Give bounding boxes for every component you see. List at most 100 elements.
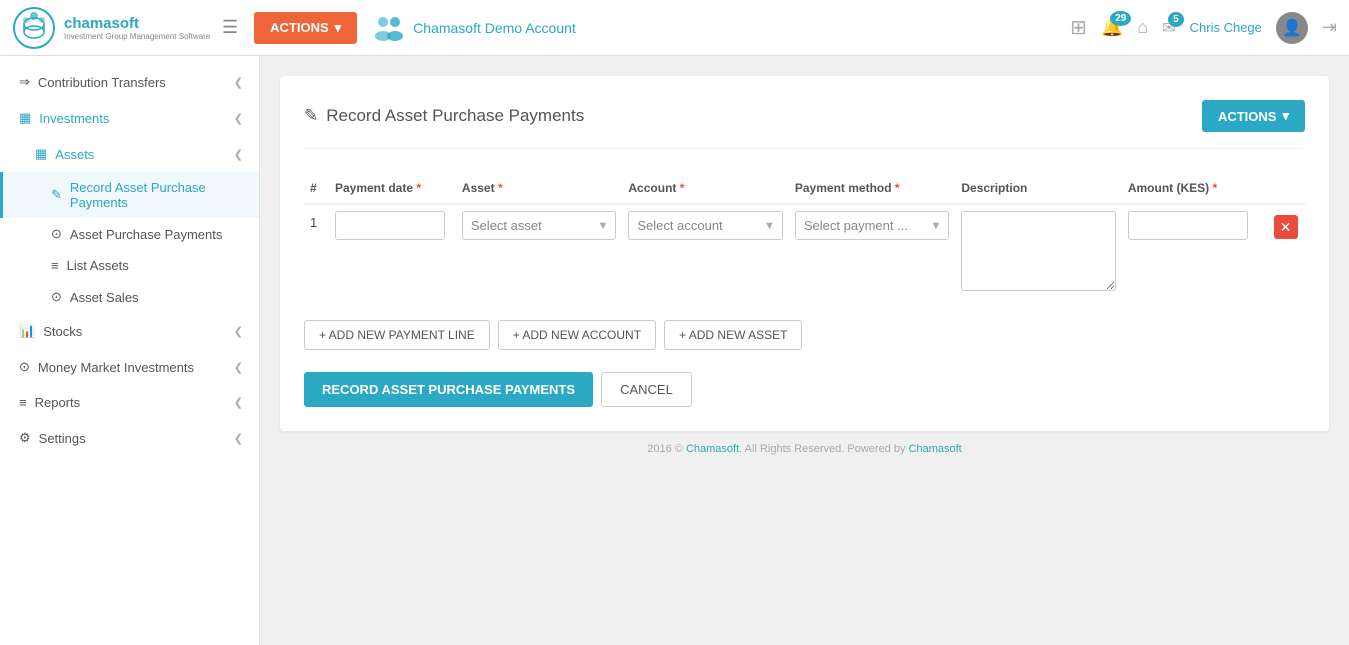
reports-icon: ≡ [19,395,27,410]
add-buttons-row: + ADD NEW PAYMENT LINE + ADD NEW ACCOUNT… [304,320,1305,350]
edit-icon: ✎ [51,187,62,203]
sidebar: ⇒ Contribution Transfers ❮ ▦ Investments… [0,56,260,645]
required-marker: * [498,181,503,195]
top-navigation: chamasoft Investment Group Management So… [0,0,1349,56]
col-asset: Asset * [456,173,622,204]
sidebar-label-reports: Reports [35,395,81,410]
required-marker: * [680,181,685,195]
sidebar-item-money-market[interactable]: ⊙ Money Market Investments ❮ [0,349,259,385]
main-content: ✎ Record Asset Purchase Payments ACTIONS… [260,56,1349,645]
required-marker: * [895,181,900,195]
chevron-icon: ❮ [234,432,243,445]
cell-description [955,204,1121,300]
description-textarea[interactable] [961,211,1115,291]
logo-text: chamasoft Investment Group Management So… [64,15,210,41]
chevron-icon: ❮ [234,76,243,89]
col-account: Account * [622,173,788,204]
sidebar-item-stocks[interactable]: 📊 Stocks ❮ [0,313,259,349]
asset-select-wrapper: Select asset ▼ [462,211,616,240]
chevron-icon: ❮ [234,396,243,409]
sidebar-item-asset-purchase-payments[interactable]: ⊙ Asset Purchase Payments [0,218,259,250]
account-select-wrapper: Select account ▼ [628,211,782,240]
grid-icon[interactable]: ⊞ [1070,15,1087,40]
notification-icon[interactable]: 🔔 29 [1101,17,1123,38]
chevron-icon: ❮ [234,361,243,374]
asset-select[interactable]: Select asset [462,211,616,240]
settings-icon: ⚙ [19,430,31,446]
avatar-icon: 👤 [1282,18,1302,38]
table-row: 1 Select asset ▼ [304,204,1305,300]
add-payment-line-button[interactable]: + ADD NEW PAYMENT LINE [304,320,490,350]
org-name: Chamasoft Demo Account [413,20,576,36]
col-payment-method: Payment method * [789,173,955,204]
cell-payment-method: Select payment ... ▼ [789,204,955,300]
sidebar-item-settings[interactable]: ⚙ Settings ❮ [0,420,259,456]
sidebar-label-contribution-transfers: Contribution Transfers [38,75,166,90]
footer: 2016 © Chamasoft. All Rights Reserved. P… [280,431,1329,467]
sidebar-label-stocks: Stocks [43,324,82,339]
required-marker: * [1213,181,1218,195]
sidebar-item-reports[interactable]: ≡ Reports ❮ [0,385,259,420]
card-actions-button[interactable]: ACTIONS ▾ [1202,100,1305,132]
add-asset-button[interactable]: + ADD NEW ASSET [664,320,802,350]
sidebar-label-asset-sales: Asset Sales [70,290,139,305]
sidebar-item-record-asset-purchase-payments[interactable]: ✎ Record Asset Purchase Payments [0,172,259,218]
cell-amount [1122,204,1268,300]
card-header: ✎ Record Asset Purchase Payments ACTIONS… [304,100,1305,149]
list-icon: ≡ [51,258,59,273]
remove-row-button[interactable]: ✕ [1274,215,1298,239]
cell-remove: ✕ [1268,204,1305,300]
record-button[interactable]: RECORD ASSET PURCHASE PAYMENTS [304,372,593,407]
chevron-icon: ❮ [234,325,243,338]
user-name[interactable]: Chris Chege [1190,20,1262,35]
user-avatar[interactable]: 👤 [1276,12,1308,44]
row-num: 1 [304,204,329,300]
footer-link-2[interactable]: Chamasoft [909,443,962,455]
content-card: ✎ Record Asset Purchase Payments ACTIONS… [280,76,1329,431]
money-market-icon: ⊙ [19,359,30,375]
add-account-button[interactable]: + ADD NEW ACCOUNT [498,320,656,350]
footer-link[interactable]: Chamasoft [686,443,739,455]
home-icon[interactable]: ⌂ [1137,17,1148,38]
sidebar-item-asset-sales[interactable]: ⊙ Asset Sales [0,281,259,313]
amount-input[interactable] [1128,211,1248,240]
investments-icon: ▦ [19,110,31,126]
arrow-icon: ⇒ [19,74,30,90]
col-description: Description [955,173,1121,204]
card-title: ✎ Record Asset Purchase Payments [304,106,584,126]
action-buttons-row: RECORD ASSET PURCHASE PAYMENTS CANCEL [304,362,1305,407]
sidebar-item-list-assets[interactable]: ≡ List Assets [0,250,259,281]
hamburger-menu[interactable]: ☰ [222,17,238,38]
cell-account: Select account ▼ [622,204,788,300]
sidebar-label-assets: Assets [55,147,94,162]
account-select[interactable]: Select account [628,211,782,240]
sidebar-label-money-market: Money Market Investments [38,360,194,375]
payment-date-input[interactable] [335,211,445,240]
message-icon[interactable]: ✉ 5 [1162,18,1175,38]
actions-button[interactable]: ACTIONS ▾ [254,12,357,44]
sales-icon: ⊙ [51,289,62,305]
payment-select-wrapper: Select payment ... ▼ [795,211,949,240]
sidebar-item-contribution-transfers[interactable]: ⇒ Contribution Transfers ❮ [0,64,259,100]
col-payment-date: Payment date * [329,173,456,204]
cell-payment-date [329,204,456,300]
payment-table: # Payment date * Asset * Account * Payme… [304,173,1305,300]
nav-right: ⊞ 🔔 29 ⌂ ✉ 5 Chris Chege 👤 ⇥ [1070,12,1337,44]
payment-method-select[interactable]: Select payment ... [795,211,949,240]
assets-icon: ▦ [35,146,47,162]
cancel-button[interactable]: CANCEL [601,372,692,407]
logout-icon[interactable]: ⇥ [1322,17,1337,38]
chevron-icon: ❮ [234,112,243,125]
notification-badge: 29 [1110,11,1131,26]
sidebar-item-investments[interactable]: ▦ Investments ❮ [0,100,259,136]
sidebar-label-record-asset-purchase: Record Asset Purchase Payments [70,180,243,210]
sidebar-item-assets[interactable]: ▦ Assets ❮ [0,136,259,172]
cell-asset: Select asset ▼ [456,204,622,300]
pencil-icon: ✎ [304,106,318,126]
chevron-down-icon: ▾ [1282,108,1289,124]
group-icon [373,12,405,44]
logo-icon [12,6,56,50]
col-num: # [304,173,329,204]
stocks-icon: 📊 [19,323,35,339]
table-header-row: # Payment date * Asset * Account * Payme… [304,173,1305,204]
